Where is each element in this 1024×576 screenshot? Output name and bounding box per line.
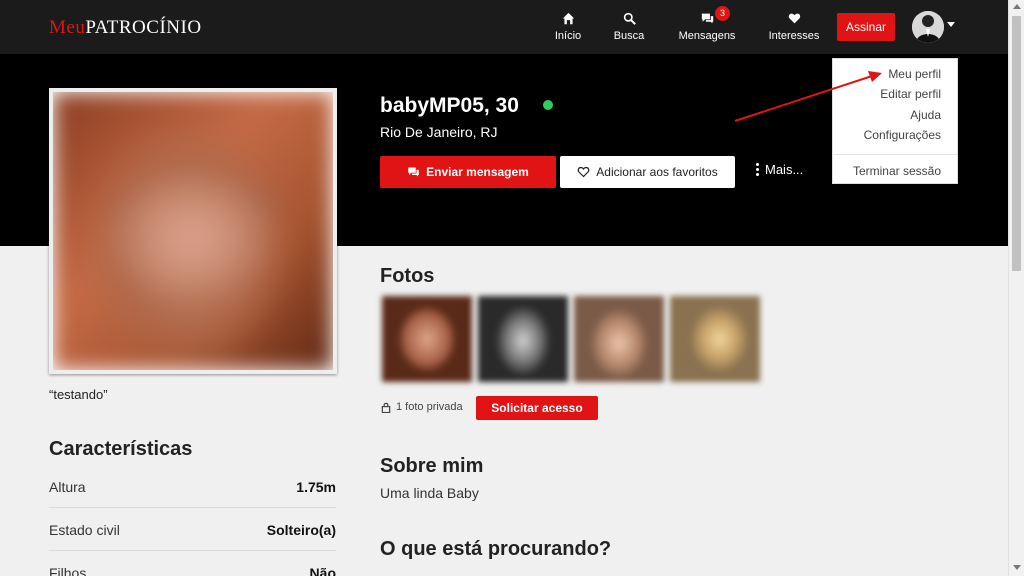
looking-for-title: O que está procurando? — [380, 538, 612, 560]
profile-quote: “testando” — [49, 387, 108, 402]
private-photos-info: 1 foto privada — [381, 401, 463, 413]
nav-mensagens[interactable]: Mensagens 3 — [677, 0, 737, 54]
characteristic-row: Estado civil Solteiro(a) — [49, 508, 336, 551]
brand-logo[interactable]: MeuPatrocínio — [49, 17, 202, 39]
more-vertical-icon — [756, 163, 759, 176]
brand-logo-part2: Patrocínio — [85, 17, 202, 38]
characteristic-value: Solteiro(a) — [266, 522, 336, 538]
heart-icon — [767, 12, 821, 26]
characteristics-title: Características — [49, 438, 193, 460]
photo-thumbnail[interactable] — [670, 296, 760, 382]
online-status-indicator — [543, 100, 553, 110]
characteristic-label: Estado civil — [49, 522, 120, 538]
scroll-down-icon[interactable] — [1013, 565, 1021, 570]
profile-photo-image — [53, 92, 333, 370]
scroll-up-icon[interactable] — [1013, 4, 1021, 9]
menu-item-edit-profile[interactable]: Editar perfil — [880, 87, 941, 101]
characteristic-value: Não — [309, 565, 336, 576]
about-title: Sobre mim — [380, 455, 484, 477]
photo-thumbnail[interactable] — [574, 296, 664, 382]
avatar-image — [912, 11, 944, 43]
top-navbar: MeuPatrocínio Início Busca Mensagens 3 I… — [0, 0, 1008, 54]
photo-thumbnail[interactable] — [382, 296, 472, 382]
add-favorite-button[interactable]: Adicionar aos favoritos — [560, 156, 735, 188]
user-avatar[interactable] — [912, 11, 944, 43]
brand-logo-part1: Meu — [49, 17, 86, 38]
send-message-label: Enviar mensagem — [426, 165, 529, 179]
characteristic-label: Altura — [49, 479, 86, 495]
characteristic-value: 1.75m — [296, 479, 336, 495]
nav-inicio-label: Início — [554, 30, 582, 42]
user-dropdown-menu: Meu perfil Editar perfil Ajuda Configura… — [832, 58, 958, 184]
nav-interesses[interactable]: Interesses — [767, 0, 821, 54]
menu-item-my-profile[interactable]: Meu perfil — [888, 67, 941, 81]
menu-item-logout[interactable]: Terminar sessão — [853, 164, 941, 178]
menu-item-settings[interactable]: Configurações — [864, 128, 941, 142]
nav-busca-label: Busca — [613, 30, 645, 42]
photo-thumbnail[interactable] — [478, 296, 568, 382]
lock-icon — [381, 402, 391, 413]
subscribe-button[interactable]: Assinar — [837, 13, 895, 41]
menu-divider — [833, 154, 957, 155]
profile-location: Rio De Janeiro, RJ — [380, 124, 498, 140]
send-message-button[interactable]: Enviar mensagem — [380, 156, 556, 188]
scrollbar-thumb[interactable] — [1012, 16, 1021, 271]
messages-icon — [408, 167, 419, 177]
nav-inicio[interactable]: Início — [552, 0, 584, 54]
more-options-button[interactable]: Mais... — [756, 162, 803, 177]
characteristic-row: Altura 1.75m — [49, 465, 336, 508]
private-photos-label: 1 foto privada — [396, 401, 463, 413]
vertical-scrollbar[interactable] — [1008, 0, 1024, 576]
about-text: Uma linda Baby — [380, 485, 479, 501]
nav-interesses-label: Interesses — [768, 30, 820, 42]
nav-mensagens-label: Mensagens — [678, 30, 736, 42]
profile-photo[interactable] — [49, 88, 337, 374]
characteristic-label: Filhos — [49, 565, 87, 576]
nav-busca[interactable]: Busca — [612, 0, 646, 54]
request-access-button[interactable]: Solicitar acesso — [476, 396, 598, 420]
photos-title: Fotos — [380, 265, 435, 287]
characteristic-row: Filhos Não — [49, 551, 336, 576]
chevron-down-icon[interactable] — [947, 22, 955, 27]
messages-count-badge: 3 — [715, 6, 730, 21]
profile-name: babyMP05, 30 — [380, 94, 519, 117]
heart-outline-icon — [577, 166, 590, 178]
home-icon — [552, 12, 584, 26]
more-options-label: Mais... — [765, 162, 804, 177]
search-icon — [612, 12, 646, 26]
menu-item-help[interactable]: Ajuda — [910, 108, 941, 122]
add-favorite-label: Adicionar aos favoritos — [596, 165, 718, 179]
